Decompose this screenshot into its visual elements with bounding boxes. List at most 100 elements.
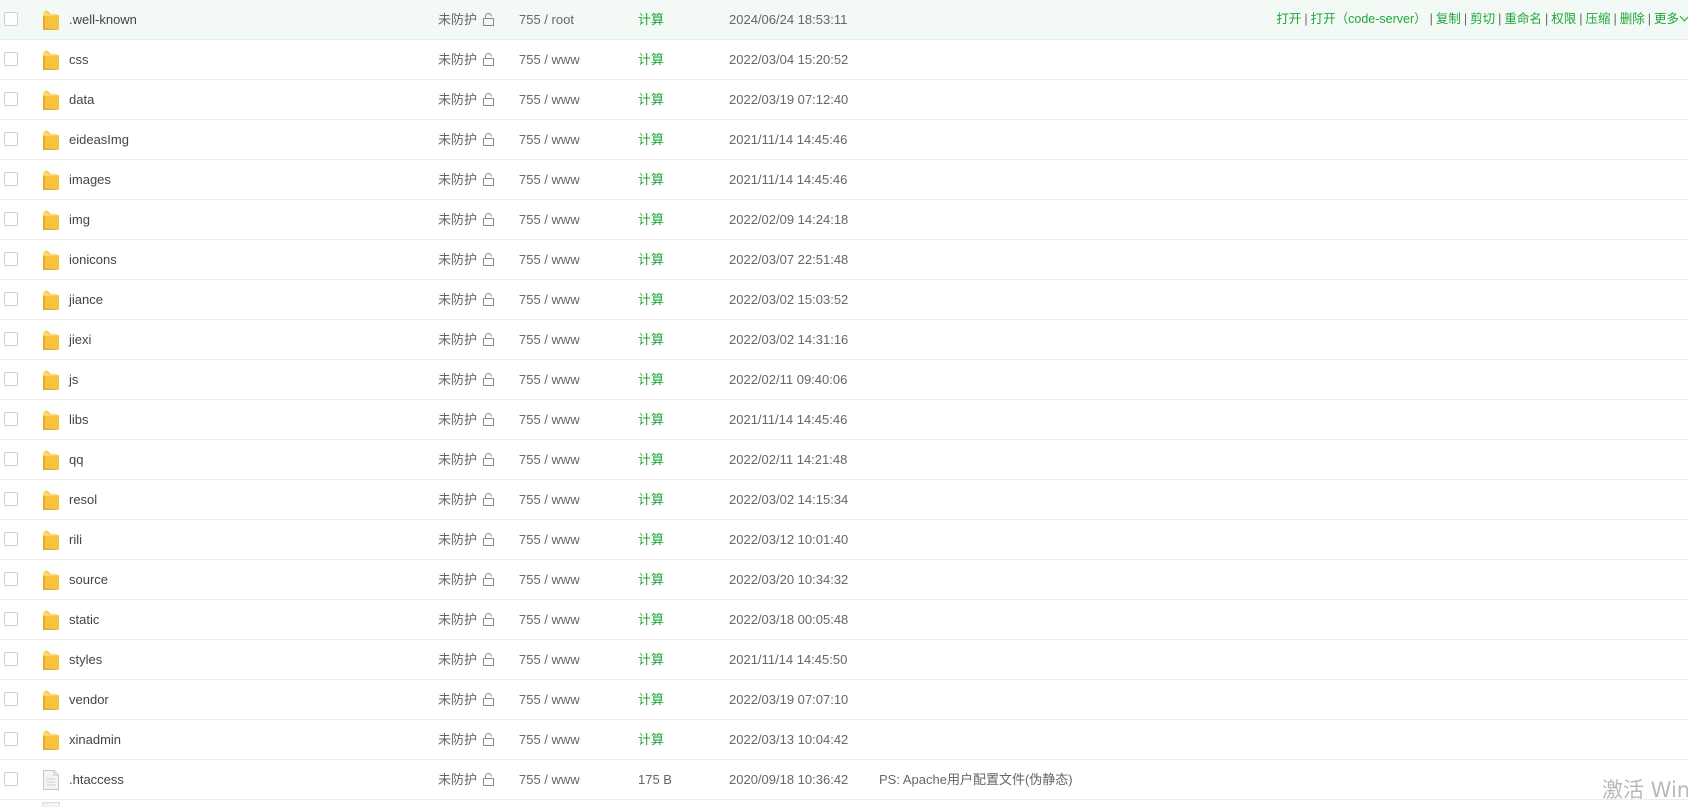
lock-open-icon[interactable] xyxy=(482,493,496,506)
file-name[interactable]: jiexi xyxy=(69,320,91,359)
file-name[interactable]: .well-known xyxy=(69,0,137,39)
row-checkbox[interactable] xyxy=(4,12,18,26)
file-name[interactable]: static xyxy=(69,600,99,639)
protect-status[interactable]: 未防护 xyxy=(438,400,477,439)
table-row[interactable]: jiance 未防护 755 / www 计算 2022/03/02 15:03:52 xyxy=(0,280,1688,320)
permission-owner[interactable]: 755 / www xyxy=(519,520,580,559)
file-name[interactable]: images xyxy=(69,160,111,199)
file-name[interactable]: eideasImg xyxy=(69,120,129,159)
row-checkbox[interactable] xyxy=(4,452,18,466)
table-row[interactable]: qq 未防护 755 / www 计算 2022/02/11 14:21:48 xyxy=(0,440,1688,480)
calculate-size-link[interactable]: 计算 xyxy=(638,200,664,239)
calculate-size-link[interactable]: 计算 xyxy=(638,80,664,119)
protect-status[interactable]: 未防护 xyxy=(438,640,477,679)
calculate-size-link[interactable]: 计算 xyxy=(638,440,664,479)
open-action[interactable]: 打开 xyxy=(1276,12,1301,26)
file-name[interactable]: data xyxy=(69,80,94,119)
lock-open-icon[interactable] xyxy=(482,53,496,66)
table-row[interactable]: js 未防护 755 / www 计算 2022/02/11 09:40:06 xyxy=(0,360,1688,400)
permission-owner[interactable]: 755 / www xyxy=(519,600,580,639)
calculate-size-link[interactable]: 计算 xyxy=(638,40,664,79)
permission-owner[interactable]: 755 / www xyxy=(519,120,580,159)
lock-open-icon[interactable] xyxy=(482,173,496,186)
file-name[interactable]: qq xyxy=(69,440,83,479)
lock-open-icon[interactable] xyxy=(482,333,496,346)
table-row[interactable]: images 未防护 755 / www 计算 2021/11/14 14:45:46 xyxy=(0,160,1688,200)
copy-action[interactable]: 复制 xyxy=(1436,12,1461,26)
file-name[interactable]: ionicons xyxy=(69,240,117,279)
file-name[interactable]: rili xyxy=(69,520,82,559)
protect-status[interactable]: 未防护 xyxy=(438,160,477,199)
file-name[interactable]: img xyxy=(69,200,90,239)
permission-owner[interactable]: 755 / www xyxy=(519,760,580,799)
row-checkbox[interactable] xyxy=(4,252,18,266)
permission-owner[interactable]: 755 / www xyxy=(519,280,580,319)
protect-status[interactable]: 未防护 xyxy=(438,440,477,479)
permission-owner[interactable]: 755 / www xyxy=(519,560,580,599)
rename-action[interactable]: 重命名 xyxy=(1504,12,1542,26)
row-checkbox[interactable] xyxy=(4,532,18,546)
protect-status[interactable]: 未防护 xyxy=(438,120,477,159)
calculate-size-link[interactable]: 计算 xyxy=(638,160,664,199)
lock-open-icon[interactable] xyxy=(482,93,496,106)
calculate-size-link[interactable]: 计算 xyxy=(638,600,664,639)
lock-open-icon[interactable] xyxy=(482,413,496,426)
protect-status[interactable]: 未防护 xyxy=(438,520,477,559)
calculate-size-link[interactable]: 计算 xyxy=(638,240,664,279)
permission-owner[interactable]: 755 / www xyxy=(519,640,580,679)
protect-status[interactable]: 未防护 xyxy=(438,560,477,599)
row-checkbox[interactable] xyxy=(4,572,18,586)
table-row[interactable]: data 未防护 755 / www 计算 2022/03/19 07:12:40 xyxy=(0,80,1688,120)
protect-status[interactable]: 未防护 xyxy=(438,480,477,519)
permission-owner[interactable]: 755 / www xyxy=(519,440,580,479)
calculate-size-link[interactable]: 计算 xyxy=(638,640,664,679)
row-checkbox[interactable] xyxy=(4,412,18,426)
permission-owner[interactable]: 755 / www xyxy=(519,680,580,719)
lock-open-icon[interactable] xyxy=(482,653,496,666)
file-name[interactable]: jiance xyxy=(69,280,103,319)
protect-status[interactable]: 未防护 xyxy=(438,240,477,279)
table-row[interactable]: css 未防护 755 / www 计算 2022/03/04 15:20:52 xyxy=(0,40,1688,80)
protect-status[interactable]: 未防护 xyxy=(438,360,477,399)
row-checkbox[interactable] xyxy=(4,612,18,626)
permission-action[interactable]: 权限 xyxy=(1551,12,1576,26)
permission-owner[interactable]: 755 / www xyxy=(519,360,580,399)
calculate-size-link[interactable]: 计算 xyxy=(638,360,664,399)
row-checkbox[interactable] xyxy=(4,372,18,386)
file-name[interactable]: libs xyxy=(69,400,89,439)
protect-status[interactable]: 未防护 xyxy=(438,80,477,119)
calculate-size-link[interactable]: 计算 xyxy=(638,280,664,319)
table-row[interactable]: img 未防护 755 / www 计算 2022/02/09 14:24:18 xyxy=(0,200,1688,240)
permission-owner[interactable]: 755 / www xyxy=(519,720,580,759)
more-action[interactable]: 更多 xyxy=(1654,11,1688,26)
protect-status[interactable]: 未防护 xyxy=(438,760,477,799)
protect-status[interactable]: 未防护 xyxy=(438,0,477,39)
permission-owner[interactable]: 755 / www xyxy=(519,240,580,279)
row-checkbox[interactable] xyxy=(4,132,18,146)
calculate-size-link[interactable]: 计算 xyxy=(638,520,664,559)
protect-status[interactable]: 未防护 xyxy=(438,320,477,359)
table-row[interactable]: xinadmin 未防护 755 / www 计算 2022/03/13 10:04:4… xyxy=(0,720,1688,760)
file-name[interactable]: js xyxy=(69,360,78,399)
cut-action[interactable]: 剪切 xyxy=(1470,12,1495,26)
file-name[interactable]: styles xyxy=(69,640,102,679)
table-row[interactable]: resol 未防护 755 / www 计算 2022/03/02 14:15:34 xyxy=(0,480,1688,520)
lock-open-icon[interactable] xyxy=(482,133,496,146)
file-name[interactable]: resol xyxy=(69,480,97,519)
row-checkbox[interactable] xyxy=(4,492,18,506)
file-name[interactable]: source xyxy=(69,560,108,599)
permission-owner[interactable]: 755 / www xyxy=(519,200,580,239)
lock-open-icon[interactable] xyxy=(482,773,496,786)
protect-status[interactable]: 未防护 xyxy=(438,280,477,319)
lock-open-icon[interactable] xyxy=(482,13,496,26)
calculate-size-link[interactable]: 计算 xyxy=(638,680,664,719)
lock-open-icon[interactable] xyxy=(482,613,496,626)
lock-open-icon[interactable] xyxy=(482,453,496,466)
file-name[interactable]: .htaccess xyxy=(69,760,124,799)
table-row[interactable]: vendor 未防护 755 / www 计算 2022/03/19 07:07:10 xyxy=(0,680,1688,720)
table-row[interactable]: ionicons 未防护 755 / www 计算 2022/03/07 22:51:4… xyxy=(0,240,1688,280)
lock-open-icon[interactable] xyxy=(482,213,496,226)
calculate-size-link[interactable]: 计算 xyxy=(638,120,664,159)
permission-owner[interactable]: 755 / www xyxy=(519,80,580,119)
permission-owner[interactable]: 755 / www xyxy=(519,40,580,79)
